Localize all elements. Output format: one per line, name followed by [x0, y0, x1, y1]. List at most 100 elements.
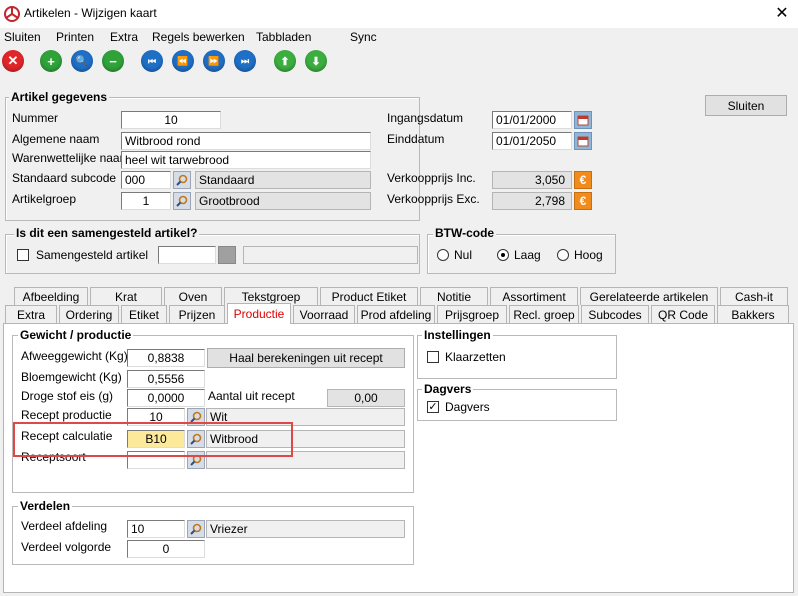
- algemene-naam-field[interactable]: Witbrood rond: [121, 132, 371, 150]
- tab-productie[interactable]: Productie: [227, 303, 291, 324]
- btw-laag-radio[interactable]: [497, 249, 509, 261]
- app-logo-icon: [4, 6, 20, 22]
- tab-oven[interactable]: Oven: [164, 287, 222, 305]
- sluiten-button[interactable]: Sluiten: [705, 95, 787, 116]
- window-close-icon[interactable]: ✕: [770, 3, 794, 25]
- move-up-icon[interactable]: ⬆: [274, 50, 296, 72]
- droge-stof-label: Droge stof eis (g): [21, 389, 114, 403]
- subcode-search-icon[interactable]: [173, 171, 191, 189]
- btw-laag-label: Laag: [514, 248, 541, 262]
- dagvers-checkbox[interactable]: ✓: [427, 401, 439, 413]
- tab-notitie[interactable]: Notitie: [420, 287, 488, 305]
- ingangsdatum-calendar-icon[interactable]: [574, 111, 592, 129]
- einddatum-field[interactable]: 01/01/2050: [492, 132, 572, 150]
- warenwettelijke-naam-field[interactable]: heel wit tarwebrood: [121, 151, 371, 169]
- tab-krat[interactable]: Krat: [90, 287, 162, 305]
- tab-product-etiket[interactable]: Product Etiket: [320, 287, 418, 305]
- btw-nul-radio[interactable]: [437, 249, 449, 261]
- tab-qr-code[interactable]: QR Code: [651, 305, 715, 323]
- haal-berekeningen-button[interactable]: Haal berekeningen uit recept: [207, 348, 405, 368]
- tab-cash-it[interactable]: Cash-it: [720, 287, 788, 305]
- btw-hoog-label: Hoog: [574, 248, 603, 262]
- tab-prod-afdeling[interactable]: Prod afdeling: [357, 305, 435, 323]
- aantal-uit-recept-field: 0,00: [327, 389, 405, 407]
- verdeel-volgorde-field[interactable]: 0: [127, 540, 205, 558]
- tab-afbeelding[interactable]: Afbeelding: [14, 287, 88, 305]
- search-icon[interactable]: 🔍: [71, 50, 93, 72]
- tab-prijzen[interactable]: Prijzen: [169, 305, 225, 323]
- btw-hoog-radio[interactable]: [557, 249, 569, 261]
- tab-bakkers[interactable]: Bakkers: [717, 305, 789, 323]
- samengesteld-checkbox[interactable]: [17, 249, 29, 261]
- btw-title: BTW-code: [433, 226, 497, 240]
- tab-etiket[interactable]: Etiket: [121, 305, 167, 323]
- aantal-uit-recept-label: Aantal uit recept: [208, 389, 295, 403]
- samengesteld-field[interactable]: [158, 246, 216, 264]
- prev-record-icon[interactable]: ⏪: [172, 50, 194, 72]
- first-record-icon[interactable]: ⏮: [141, 50, 163, 72]
- tab-prijsgroep[interactable]: Prijsgroep: [437, 305, 507, 323]
- afweeggewicht-field[interactable]: 0,8838: [127, 349, 205, 367]
- recept-productie-label: Recept productie: [21, 408, 112, 422]
- dagvers-label: Dagvers: [445, 400, 490, 414]
- verdeel-afdeling-description: Vriezer: [206, 520, 405, 538]
- menu-printen[interactable]: Printen: [56, 30, 94, 44]
- menu-sync[interactable]: Sync: [350, 30, 377, 44]
- ingangsdatum-field[interactable]: 01/01/2000: [492, 111, 572, 129]
- btw-nul-label: Nul: [454, 248, 473, 262]
- bloemgewicht-label: Bloemgewicht (Kg): [21, 370, 122, 384]
- tab-assortiment[interactable]: Assortiment: [490, 287, 578, 305]
- standaard-subcode-field[interactable]: 000: [121, 171, 171, 189]
- add-record-icon[interactable]: +: [40, 50, 62, 72]
- klaarzetten-label: Klaarzetten: [445, 350, 506, 364]
- subcode-description: Standaard: [195, 171, 371, 189]
- gewicht-productie-title: Gewicht / productie: [18, 328, 134, 342]
- samengesteld-description: [243, 246, 418, 264]
- menu-regels-bewerken[interactable]: Regels bewerken: [152, 30, 245, 44]
- tab-subcodes[interactable]: Subcodes: [581, 305, 649, 323]
- toolbar: ✕ + 🔍 − ⏮ ⏪ ⏩ ⏭ ⬆ ⬇: [0, 48, 798, 78]
- einddatum-calendar-icon[interactable]: [574, 132, 592, 150]
- close-record-icon[interactable]: ✕: [2, 50, 24, 72]
- instellingen-title: Instellingen: [422, 328, 493, 342]
- droge-stof-field[interactable]: 0,0000: [127, 389, 205, 407]
- artikelgroep-search-icon[interactable]: [173, 192, 191, 210]
- warenwettelijke-naam-label: Warenwettelijke naam: [12, 151, 130, 165]
- tab-ordering[interactable]: Ordering: [59, 305, 119, 323]
- title-bar: Artikelen - Wijzigen kaart ✕: [0, 0, 798, 28]
- samengesteld-lookup-button[interactable]: [218, 246, 236, 264]
- dagvers-title: Dagvers: [422, 382, 474, 396]
- verdeel-afdeling-field[interactable]: 10: [127, 520, 185, 538]
- move-down-icon[interactable]: ⬇: [305, 50, 327, 72]
- tab-gerelateerde-artikelen[interactable]: Gerelateerde artikelen: [580, 287, 718, 305]
- standaard-subcode-label: Standaard subcode: [12, 171, 117, 185]
- menu-tabbladen[interactable]: Tabbladen: [256, 30, 311, 44]
- verdelen-title: Verdelen: [18, 499, 73, 513]
- euro-icon[interactable]: €: [574, 192, 592, 210]
- verdeel-afdeling-label: Verdeel afdeling: [21, 519, 108, 533]
- last-record-icon[interactable]: ⏭: [234, 50, 256, 72]
- tab-voorraad[interactable]: Voorraad: [293, 305, 355, 323]
- menu-sluiten[interactable]: Sluiten: [4, 30, 41, 44]
- artikelgroep-field[interactable]: 1: [121, 192, 171, 210]
- artikel-gegevens-title: Artikel gegevens: [9, 90, 110, 104]
- klaarzetten-checkbox[interactable]: [427, 351, 439, 363]
- remove-record-icon[interactable]: −: [102, 50, 124, 72]
- highlight-box: [13, 422, 293, 457]
- verkoopprijs-inc-field: 3,050: [492, 171, 572, 189]
- artikelgroep-description: Grootbrood: [195, 192, 371, 210]
- nummer-label: Nummer: [12, 111, 59, 125]
- euro-icon[interactable]: €: [574, 171, 592, 189]
- verdeel-volgorde-label: Verdeel volgorde: [21, 540, 112, 554]
- tab-recl-groep[interactable]: Recl. groep: [509, 305, 579, 323]
- menu-bar: Sluiten Printen Extra Regels bewerken Ta…: [0, 28, 798, 48]
- verdeel-afdeling-search-icon[interactable]: [187, 520, 205, 538]
- algemene-naam-label: Algemene naam: [12, 132, 100, 146]
- tab-extra[interactable]: Extra: [5, 305, 57, 323]
- bloemgewicht-field[interactable]: 0,5556: [127, 370, 205, 388]
- samengesteld-label: Samengesteld artikel: [36, 248, 149, 262]
- nummer-field[interactable]: 10: [121, 111, 221, 129]
- verkoopprijs-inc-label: Verkoopprijs Inc.: [387, 171, 476, 185]
- menu-extra[interactable]: Extra: [110, 30, 138, 44]
- next-record-icon[interactable]: ⏩: [203, 50, 225, 72]
